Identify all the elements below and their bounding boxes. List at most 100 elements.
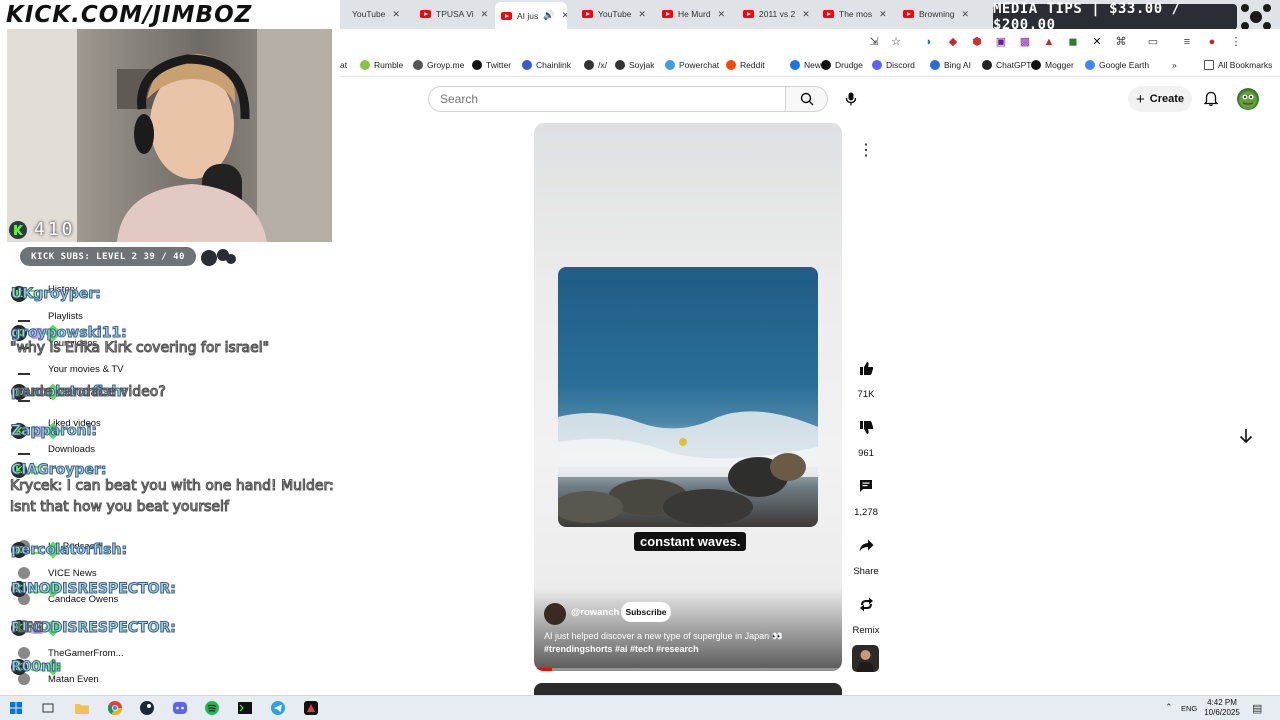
subscribe-button[interactable]: Subscribe [621,602,671,622]
bookmark-item[interactable]: News [790,60,825,70]
taskbar-app[interactable] [303,700,319,716]
taskbar-steam[interactable] [139,700,155,716]
sidebar-item[interactable]: Playlists [18,310,83,322]
ublock-icon[interactable]: ⬢ [971,36,983,48]
bookmark-item[interactable]: Soyjak [615,60,655,70]
bookmark-item[interactable]: Mogger [1031,60,1074,70]
x-icon[interactable]: ✕ [1091,36,1103,48]
tab-he-murd[interactable]: He Murd ✕ [656,3,732,25]
comments-button[interactable]: 1,278 [846,471,886,518]
install-icon[interactable]: ⇲ [868,36,880,48]
extension-icon[interactable]: ◆ [947,36,959,48]
tab-2011[interactable]: 2011 vs 2 ✕ [737,3,813,25]
chat-message: Kgroypowski11: [11,325,128,342]
youtube-icon [662,10,673,18]
search-button[interactable] [786,86,828,112]
like-count: 71K [857,389,875,400]
bookmark-favicon-icon [584,60,594,70]
bookmark-item[interactable]: Drudge [821,60,863,70]
close-icon[interactable]: ✕ [392,9,400,20]
sound-thumbnail[interactable] [852,645,879,672]
share-button[interactable]: Share [846,530,886,577]
star-icon[interactable]: ☆ [890,36,902,48]
bookmark-item[interactable]: Twitter [472,60,511,70]
bookmark-favicon-icon [522,60,532,70]
tab-ai-active[interactable]: AI jus 🔊 ✕ [495,2,567,29]
tab-youtube-2[interactable]: YouTube ✕ [576,3,651,25]
tab-browning[interactable]: Browning ✕ [897,3,971,25]
channel-name[interactable]: @rowanch [571,607,619,618]
bookmark-item[interactable]: Discord [872,60,915,70]
extension-icon[interactable]: ▲ [1043,36,1055,48]
tab-youtube-1[interactable]: YouTube ✕ [346,3,408,25]
bookmarks-overflow-icon[interactable]: » [1172,60,1177,70]
speaker-icon[interactable]: 🔊 [543,10,554,21]
next-short-preview[interactable] [534,683,842,695]
bookmark-item[interactable]: /x/ [584,60,607,70]
menu-lines-icon[interactable]: ≡ [1181,36,1193,48]
taskbar-telegram[interactable] [270,700,286,716]
close-icon[interactable]: ✕ [481,9,489,20]
task-view-button[interactable] [40,700,56,716]
puzzle-icon[interactable]: ⌘ [1115,36,1127,48]
shorts-player[interactable]: constant waves. @rowanch Subscribe AI ju… [534,123,842,671]
video-description[interactable]: AI just helped discover a new type of su… [544,630,834,656]
account-avatar[interactable] [1237,88,1259,110]
kebab-menu-icon[interactable]: ⋮ [1230,36,1242,48]
dislike-button[interactable]: 961 [846,412,886,459]
bookmark-item[interactable]: Powerchat [665,60,719,70]
bookmark-label: Soyjak [629,60,655,70]
hashtags[interactable]: #trendingshorts #ai #tech #research [544,643,834,656]
sidebar-item[interactable]: Your movies & TV [18,363,124,375]
extension-icon[interactable]: ▩ [1019,36,1031,48]
system-clock[interactable]: 4:42 PM 10/6/2025 [1200,698,1244,718]
tab-the-mos[interactable]: The mos ✕ [817,3,893,25]
remix-button[interactable]: Remix [846,589,886,636]
next-video-button[interactable] [1232,422,1260,450]
sidebar-item[interactable]: TheGamerFrom... [18,647,124,659]
bookmark-item[interactable]: Rumble [360,60,403,70]
bookmark-item[interactable]: Chainlink [522,60,571,70]
sidebar-item[interactable]: VICE News [18,567,97,579]
bookmark-item[interactable]: Groyp.me [413,60,464,70]
progress-bar[interactable] [534,668,842,671]
bookmark-item[interactable]: ChatGPT [982,60,1031,70]
language-indicator[interactable]: ENG [1181,704,1197,713]
close-icon[interactable]: ✕ [961,9,969,20]
tab-tpusa[interactable]: TPUSA Vi ✕ [414,3,490,25]
start-button[interactable] [8,700,24,716]
chevron-up-icon[interactable]: ⌃ [1165,702,1173,713]
extension-icon[interactable]: ◼ [1067,36,1079,48]
extension-icon[interactable]: ▣ [995,36,1007,48]
bookmark-item[interactable]: at [340,60,347,70]
bookmark-item[interactable]: Google Earth [1085,60,1149,70]
close-icon[interactable]: ✕ [879,9,887,20]
close-icon[interactable]: ✕ [802,9,810,20]
notifications-button[interactable] [1200,88,1222,110]
voice-search-button[interactable] [838,86,864,112]
taskbar-obs[interactable] [237,700,253,716]
profile-icon[interactable]: ● [1206,36,1218,48]
create-button[interactable]: + Create [1128,86,1192,112]
like-button[interactable]: 71K [846,353,886,400]
taskbar-spotify[interactable] [204,700,220,716]
extension-icon[interactable]: ◗ [923,36,935,48]
kick-viewers-icon [9,220,27,239]
bookmark-item[interactable]: Reddit [726,60,765,70]
chat-text: "why is Erika Kirk covering for israel" [9,339,270,356]
close-icon[interactable]: ✕ [638,9,646,20]
search-input[interactable]: Search [428,86,786,112]
share-label: Share [853,566,879,577]
more-options-button[interactable]: ⋮ [852,136,880,164]
all-bookmarks[interactable]: All Bookmarks [1204,60,1272,70]
close-icon[interactable]: ✕ [718,9,726,20]
channel-avatar[interactable] [544,603,566,625]
taskbar-file-explorer[interactable] [74,700,90,716]
taskbar-discord[interactable] [172,700,188,716]
taskbar-chrome[interactable] [107,700,123,716]
sidepanel-icon[interactable]: ▭ [1147,36,1159,48]
close-icon[interactable]: ✕ [561,10,567,21]
notification-center-icon[interactable]: ▤ [1252,702,1262,715]
bookmark-item[interactable]: Bing AI [930,60,971,70]
sidebar-item[interactable]: Downloads [18,443,95,455]
